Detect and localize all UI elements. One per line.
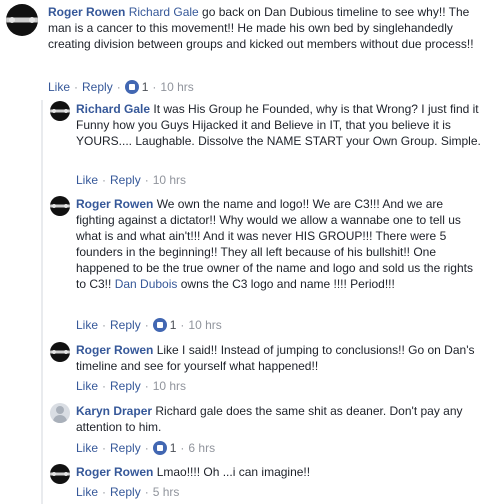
comment-actions: Like · Reply · 10 hrs — [76, 378, 187, 394]
author-name[interactable]: Richard Gale — [76, 102, 150, 116]
like-button[interactable]: Like — [76, 484, 98, 500]
mention-link[interactable]: Richard Gale — [129, 5, 199, 19]
author-name[interactable]: Roger Rowen — [76, 197, 153, 211]
avatar[interactable] — [50, 342, 70, 362]
comment-actions: Like · Reply · 5 hrs — [76, 484, 180, 500]
thumbs-up-icon[interactable] — [152, 441, 167, 455]
comment-body: Roger Rowen Lmao!!!! Oh ...i can imagine… — [76, 464, 484, 480]
comment-body: Richard Gale It was His Group he Founded… — [76, 101, 484, 149]
comment-body: Karyn Draper Richard gale does the same … — [76, 403, 484, 435]
reply-button[interactable]: Reply — [110, 378, 141, 394]
timestamp[interactable]: 10 hrs — [153, 378, 186, 394]
comment-actions: Like · Reply · 1 · 6 hrs — [76, 440, 216, 456]
thumbs-up-icon[interactable] — [152, 318, 167, 332]
reply-button[interactable]: Reply — [82, 79, 113, 95]
author-name[interactable]: Roger Rowen — [76, 465, 153, 479]
avatar[interactable] — [50, 196, 70, 216]
timestamp[interactable]: 5 hrs — [153, 484, 180, 500]
author-name[interactable]: Roger Rowen — [76, 343, 153, 357]
author-name[interactable]: Roger Rowen — [48, 5, 125, 19]
comment-text-after: owns the C3 logo and name !!!! Period!!! — [177, 277, 395, 291]
comment-actions: Like · Reply · 10 hrs — [76, 172, 187, 188]
reply-button[interactable]: Reply — [110, 440, 141, 456]
like-count[interactable]: 1 — [170, 440, 177, 456]
like-count[interactable]: 1 — [170, 317, 177, 333]
like-button[interactable]: Like — [76, 317, 98, 333]
mention-link[interactable]: Dan Dubois — [115, 277, 178, 291]
like-button[interactable]: Like — [48, 79, 70, 95]
like-button[interactable]: Like — [76, 378, 98, 394]
like-count[interactable]: 1 — [142, 79, 149, 95]
comment-text: Lmao!!!! Oh ...i can imagine!! — [156, 465, 311, 479]
comment-body: Roger Rowen We own the name and logo!! W… — [76, 196, 484, 292]
reply-button[interactable]: Reply — [110, 484, 141, 500]
like-button[interactable]: Like — [76, 440, 98, 456]
timestamp[interactable]: 10 hrs — [153, 172, 186, 188]
comment-actions: Like · Reply · 1 · 10 hrs — [48, 79, 194, 95]
avatar[interactable] — [50, 464, 70, 484]
timestamp[interactable]: 10 hrs — [188, 317, 221, 333]
comment-body: Roger Rowen Like I said!! Instead of jum… — [76, 342, 484, 374]
timestamp[interactable]: 10 hrs — [160, 79, 193, 95]
reply-button[interactable]: Reply — [110, 172, 141, 188]
comment-body: Roger Rowen Richard Gale go back on Dan … — [48, 4, 484, 52]
like-button[interactable]: Like — [76, 172, 98, 188]
avatar[interactable] — [50, 101, 70, 121]
avatar[interactable] — [50, 403, 70, 423]
reply-button[interactable]: Reply — [110, 317, 141, 333]
author-name[interactable]: Karyn Draper — [76, 404, 152, 418]
timestamp[interactable]: 6 hrs — [188, 440, 215, 456]
comment-actions: Like · Reply · 1 · 10 hrs — [76, 317, 222, 333]
thumbs-up-icon[interactable] — [124, 80, 139, 94]
avatar[interactable] — [6, 4, 38, 36]
reply-thread-line — [41, 100, 43, 504]
